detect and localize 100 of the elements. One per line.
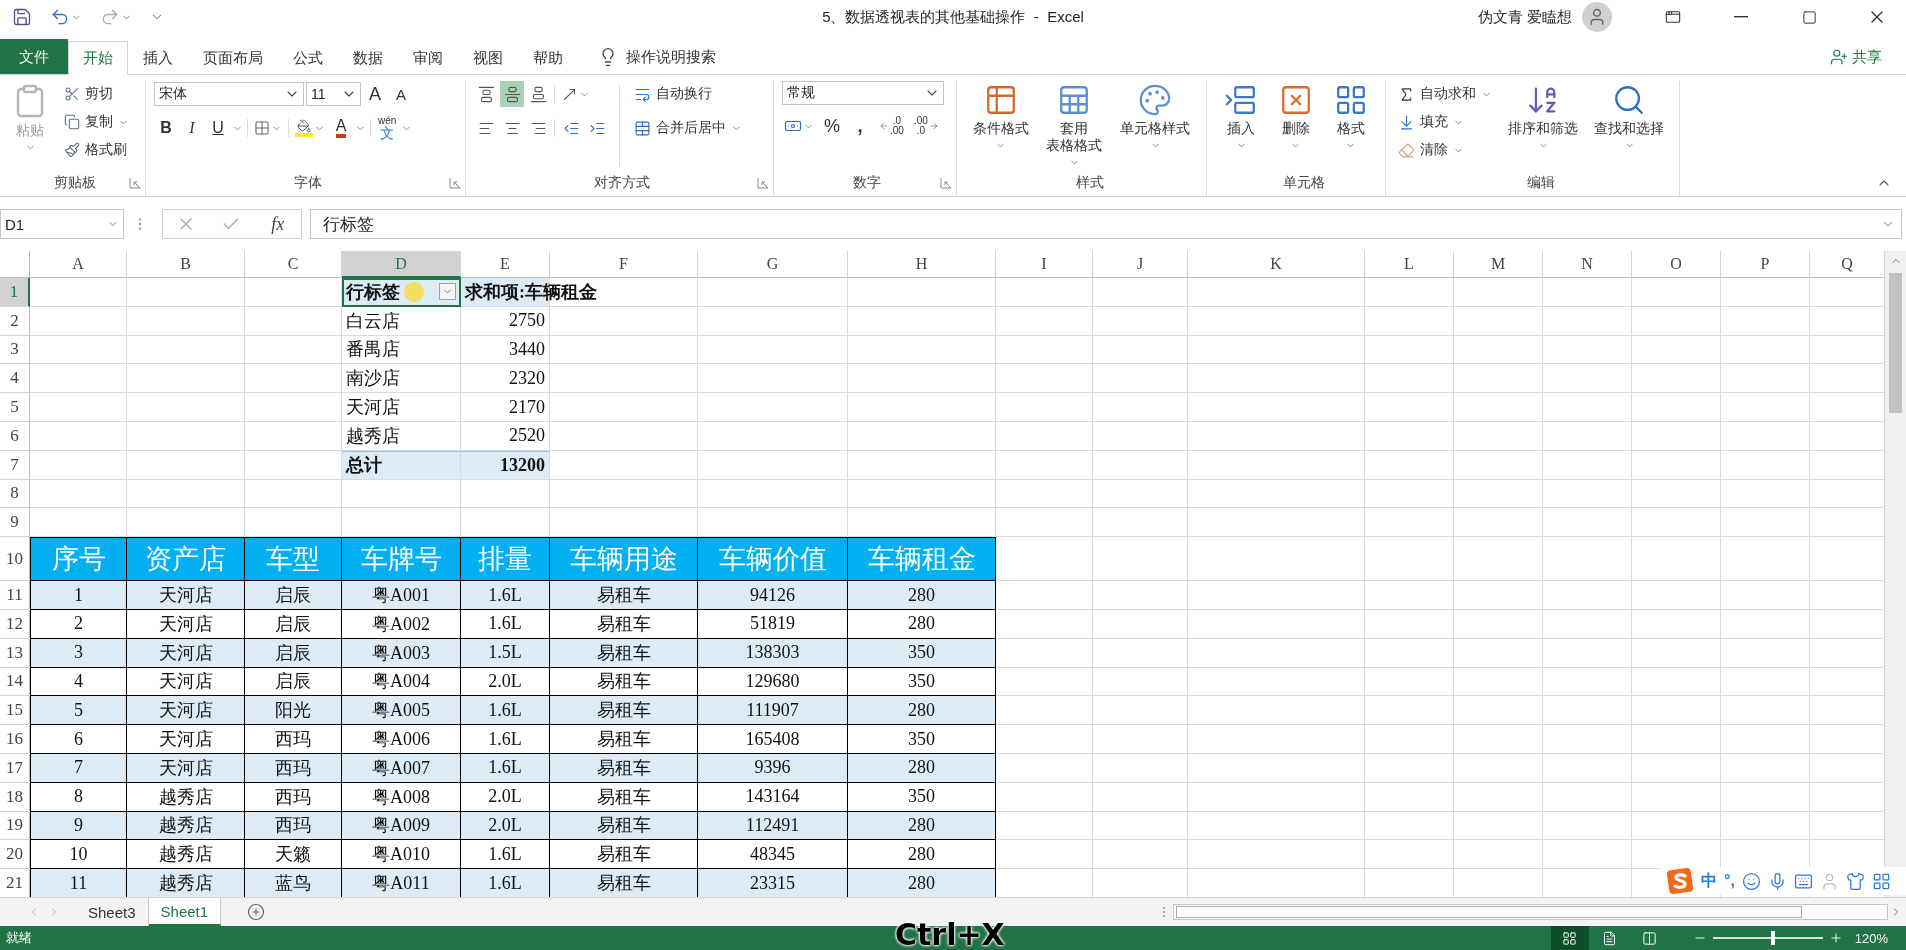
column-header[interactable]: P [1721,251,1810,278]
column-header[interactable]: F [550,251,698,278]
font-name-field[interactable]: 宋体 [154,82,304,106]
clipboard-button[interactable]: 格式刷 [60,137,133,163]
column-header[interactable]: K [1188,251,1365,278]
column-header[interactable]: O [1632,251,1721,278]
editing-button[interactable]: 清除 [1394,137,1496,163]
ribbon-tab[interactable]: 文件 [0,39,68,74]
style-button[interactable]: 条件格式 [968,81,1033,170]
column-header[interactable]: I [996,251,1093,278]
avatar-icon[interactable] [1582,2,1612,32]
view-button[interactable] [1550,926,1589,950]
active-cell[interactable]: 行标签 [342,278,461,307]
wrap-text-button[interactable]: 自动换行 [630,81,746,107]
font-size-field[interactable]: 11 [306,82,361,106]
cursor-highlight-icon [404,281,424,302]
cells-button[interactable]: 格式 [1329,81,1372,170]
share-button[interactable]: 共享 [1824,40,1888,74]
increase-decimal-button[interactable]: .0 .00 [876,113,907,139]
row-header[interactable]: 11 [0,581,30,610]
editing-large-button[interactable]: 排序和筛选 [1504,81,1582,170]
column-header[interactable]: N [1543,251,1632,278]
ribbon-tab[interactable]: 数据 [338,41,398,75]
comma-button[interactable]: , [848,113,872,139]
row-header[interactable]: 9 [0,508,30,538]
row-header[interactable]: 3 [0,335,30,365]
tell-me-button[interactable]: 操作说明搜索 [592,40,722,74]
filter-dropdown-button[interactable] [439,283,456,301]
shrink-font-button[interactable]: A [389,81,413,107]
grow-font-button[interactable]: A [363,81,387,107]
row-header[interactable]: 7 [0,450,30,480]
italic-button[interactable]: I [180,115,204,141]
clipboard-button[interactable]: 复制 [60,109,133,135]
row-header[interactable]: 2 [0,306,30,336]
row-header[interactable]: 18 [0,782,30,812]
font-color-button[interactable]: A [329,115,353,141]
row-header[interactable]: 5 [0,393,30,422]
ribbon-tab[interactable]: 视图 [458,41,518,75]
sheet-tab[interactable]: Sheet1 [148,898,222,926]
dialog-launcher-icon[interactable] [940,177,952,189]
column-header[interactable]: H [848,251,996,278]
table-cell: 9396 [698,753,848,783]
underline-button[interactable]: U [206,115,230,141]
vertical-align-button[interactable] [500,81,524,107]
column-header[interactable]: M [1454,251,1543,278]
column-header[interactable]: B [127,251,245,278]
column-header[interactable]: C [245,251,342,278]
percent-button[interactable]: % [820,113,844,139]
column-header[interactable]: L [1365,251,1454,278]
ime-logo-icon[interactable] [1666,868,1694,894]
row-header[interactable]: 1 [0,278,30,307]
row-header[interactable]: 20 [0,840,30,870]
phonetic-button[interactable]: wén 文 [375,115,400,141]
row-header[interactable]: 10 [0,537,30,582]
horizontal-scrollbar[interactable] [1173,904,1888,920]
decrease-decimal-button[interactable]: .00 .0 [910,113,942,139]
column-header[interactable]: E [461,251,550,278]
editing-large-button[interactable]: 查找和选择 [1590,81,1668,170]
ime-mode-button[interactable]: 中 [1701,870,1717,892]
style-button[interactable]: 单元格样式 [1116,81,1195,170]
row-header[interactable]: 8 [0,479,30,509]
column-header[interactable]: J [1093,251,1188,278]
row-header[interactable]: 14 [0,667,30,697]
ribbon-tab[interactable]: 公式 [278,41,338,75]
name-box[interactable]: D1 [0,209,124,239]
editing-button[interactable]: 填充 [1394,109,1496,135]
row-header[interactable]: 12 [0,609,30,639]
formula-field[interactable]: 行标签 [310,209,1902,239]
dialog-launcher-icon[interactable] [757,177,769,189]
ribbon-tab[interactable]: 开始 [68,41,128,75]
row-header[interactable]: 4 [0,364,30,394]
ribbon-tab[interactable]: 页面布局 [188,41,278,75]
zoom-thumb[interactable] [1771,931,1776,945]
dialog-launcher-icon[interactable] [449,177,461,189]
editing-button[interactable]: 自动求和 [1394,81,1496,107]
dialog-launcher-icon[interactable] [129,177,141,189]
row-header[interactable]: 6 [0,422,30,451]
cells-button[interactable]: 删除 [1275,81,1317,170]
ribbon-tab[interactable]: 审阅 [398,41,458,75]
row-header[interactable]: 13 [0,638,30,668]
ribbon-tab[interactable]: 帮助 [518,41,578,75]
row-header[interactable]: 19 [0,811,30,841]
style-button[interactable]: 套用 表格格式 [1042,81,1107,170]
vertical-scrollbar[interactable] [1884,251,1906,897]
ime-punctuation-button[interactable]: °, [1724,872,1735,890]
column-header[interactable]: G [698,251,848,278]
clipboard-button[interactable]: 剪切 [60,81,133,107]
zoom-level[interactable]: 120% [1854,930,1888,946]
row-header[interactable]: 17 [0,753,30,783]
column-header[interactable]: D [342,251,461,278]
insert-function-button[interactable]: fx [267,213,289,235]
ribbon-tab[interactable]: 插入 [128,41,188,75]
merge-center-button[interactable]: 合并后居中 [630,115,746,141]
row-header[interactable]: 15 [0,696,30,726]
column-header[interactable]: A [30,251,127,278]
number-format-field[interactable]: 常规 [782,81,944,105]
cells-button[interactable]: 插入 [1220,81,1263,170]
row-header[interactable]: 16 [0,725,30,754]
scroll-thumb[interactable] [1889,273,1902,413]
bold-button[interactable]: B [154,115,178,141]
